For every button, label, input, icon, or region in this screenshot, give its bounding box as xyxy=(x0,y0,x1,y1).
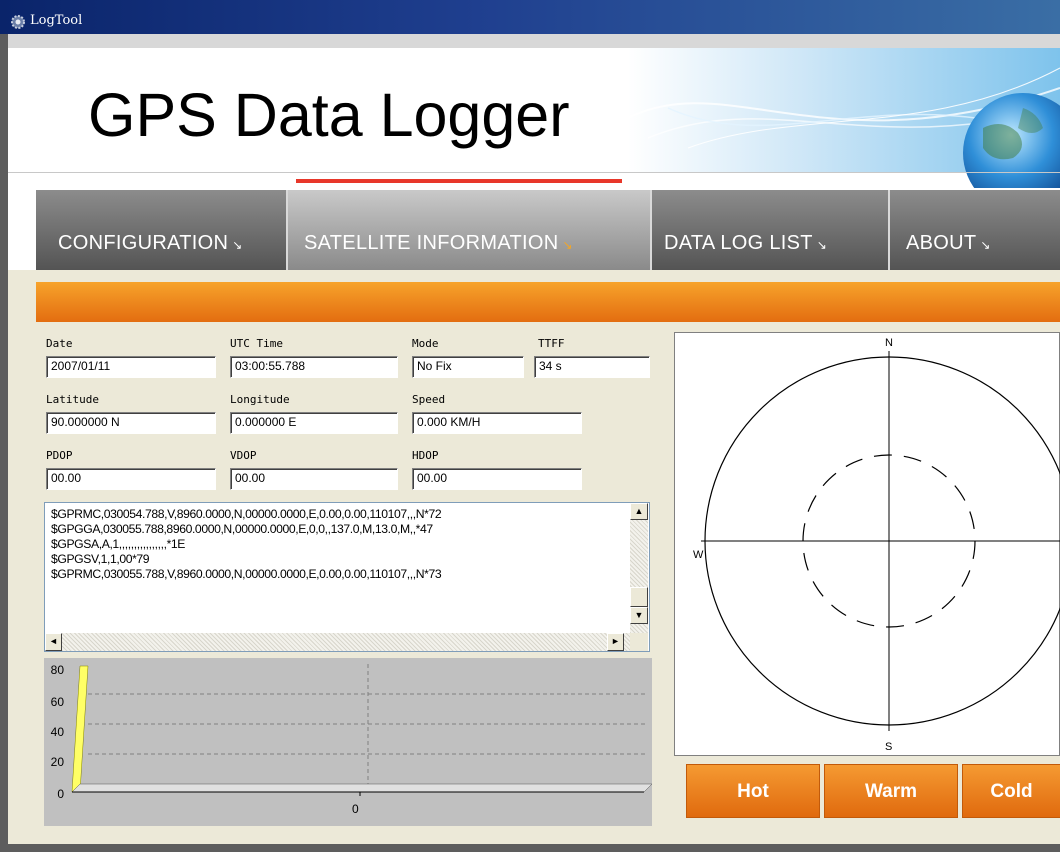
utc-time-field[interactable]: 03:00:55.788 xyxy=(230,356,398,378)
pdop-field[interactable]: 00.00 xyxy=(46,468,216,490)
horizontal-scrollbar[interactable]: ◄ ► xyxy=(45,633,630,651)
header-banner: GPS Data Logger xyxy=(8,48,1060,188)
nmea-lines: $GPRMC,030054.788,V,8960.0000,N,00000.00… xyxy=(51,507,623,582)
tab-data-log-list[interactable]: DATA LOG LIST ↘ xyxy=(652,190,890,270)
tab-about[interactable]: ABOUT ↘ xyxy=(890,190,1060,270)
latitude-label: Latitude xyxy=(46,393,99,406)
x-axis-floor xyxy=(71,783,652,793)
pdop-label: PDOP xyxy=(46,449,73,462)
tab-label: SATELLITE INFORMATION xyxy=(304,232,559,254)
nmea-line: $GPGSA,A,1,,,,,,,,,,,,,,,,*1E xyxy=(51,537,186,551)
date-label: Date xyxy=(46,337,73,350)
nmea-line: $GPGGA,030055.788,8960.0000,N,00000.0000… xyxy=(51,522,433,536)
scroll-down-button[interactable]: ▼ xyxy=(630,607,648,624)
banner-title: GPS Data Logger xyxy=(88,81,570,149)
longitude-field[interactable]: 0.000000 E xyxy=(230,412,398,434)
ttff-field[interactable]: 34 s xyxy=(534,356,650,378)
x-tick-label: 0 xyxy=(352,802,359,816)
scroll-right-button[interactable]: ► xyxy=(607,633,624,651)
compass-north: N xyxy=(885,337,893,349)
sky-view-panel: N S W xyxy=(674,332,1060,756)
scroll-left-button[interactable]: ◄ xyxy=(45,633,62,651)
cold-start-button[interactable]: Cold xyxy=(962,764,1060,818)
scroll-up-button[interactable]: ▲ xyxy=(630,503,648,520)
nmea-output-textarea[interactable]: $GPRMC,030054.788,V,8960.0000,N,00000.00… xyxy=(44,502,650,652)
mode-label: Mode xyxy=(412,337,439,350)
speed-label: Speed xyxy=(412,393,446,406)
hdop-label: HDOP xyxy=(412,449,439,462)
mode-field[interactable]: No Fix xyxy=(412,356,524,378)
y-axis-wall xyxy=(71,665,89,793)
arrow-icon: ↘ xyxy=(980,238,991,252)
snr-chart-plot xyxy=(71,664,652,796)
nmea-line: $GPGSV,1,1,00*79 xyxy=(51,552,150,566)
active-tab-indicator xyxy=(296,179,622,183)
arrow-icon: ↘ xyxy=(232,238,243,252)
utc-time-label: UTC Time xyxy=(230,337,283,350)
date-field[interactable]: 2007/01/11 xyxy=(46,356,216,378)
longitude-label: Longitude xyxy=(230,393,290,406)
vdop-label: VDOP xyxy=(230,449,257,462)
title-bar[interactable] xyxy=(0,0,1060,34)
compass-south: S xyxy=(885,741,893,753)
arrow-icon: ↘ xyxy=(816,238,828,252)
window-title: LogTool xyxy=(30,13,83,28)
arrow-icon: ↘ xyxy=(562,238,573,252)
nmea-line: $GPRMC,030054.788,V,8960.0000,N,00000.00… xyxy=(51,507,442,521)
compass-west: W xyxy=(693,549,704,561)
snr-chart: 80 60 40 20 0 0 xyxy=(44,658,652,826)
ttff-label: TTFF xyxy=(538,337,565,350)
scrollbar-corner xyxy=(630,633,648,651)
tab-label: ABOUT xyxy=(906,232,977,254)
scroll-thumb[interactable] xyxy=(630,587,648,607)
hdop-field[interactable]: 00.00 xyxy=(412,468,582,490)
warm-start-button[interactable]: Warm xyxy=(824,764,958,818)
vertical-scrollbar[interactable]: ▲ ▼ xyxy=(630,503,648,633)
orange-header-band xyxy=(36,282,1060,322)
app-gear-icon[interactable] xyxy=(10,14,26,30)
globe-banner-graphic xyxy=(628,48,1060,188)
vdop-field[interactable]: 00.00 xyxy=(230,468,398,490)
tab-configuration[interactable]: CONFIGURATION ↘ xyxy=(36,190,288,270)
banner-divider xyxy=(8,172,1060,173)
sky-view-plot xyxy=(701,351,1060,731)
tab-label: DATA LOG LIST xyxy=(664,232,813,254)
tab-label: CONFIGURATION xyxy=(58,232,229,254)
latitude-field[interactable]: 90.000000 N xyxy=(46,412,216,434)
speed-field[interactable]: 0.000 KM/H xyxy=(412,412,582,434)
window-frame-bottom xyxy=(0,844,1060,852)
nmea-line: $GPRMC,030055.788,V,8960.0000,N,00000.00… xyxy=(51,567,442,581)
window-frame-top xyxy=(8,34,1060,48)
window-frame-left xyxy=(0,34,8,852)
tab-satellite-information[interactable]: SATELLITE INFORMATION ↘ xyxy=(288,190,652,270)
hot-start-button[interactable]: Hot xyxy=(686,764,820,818)
